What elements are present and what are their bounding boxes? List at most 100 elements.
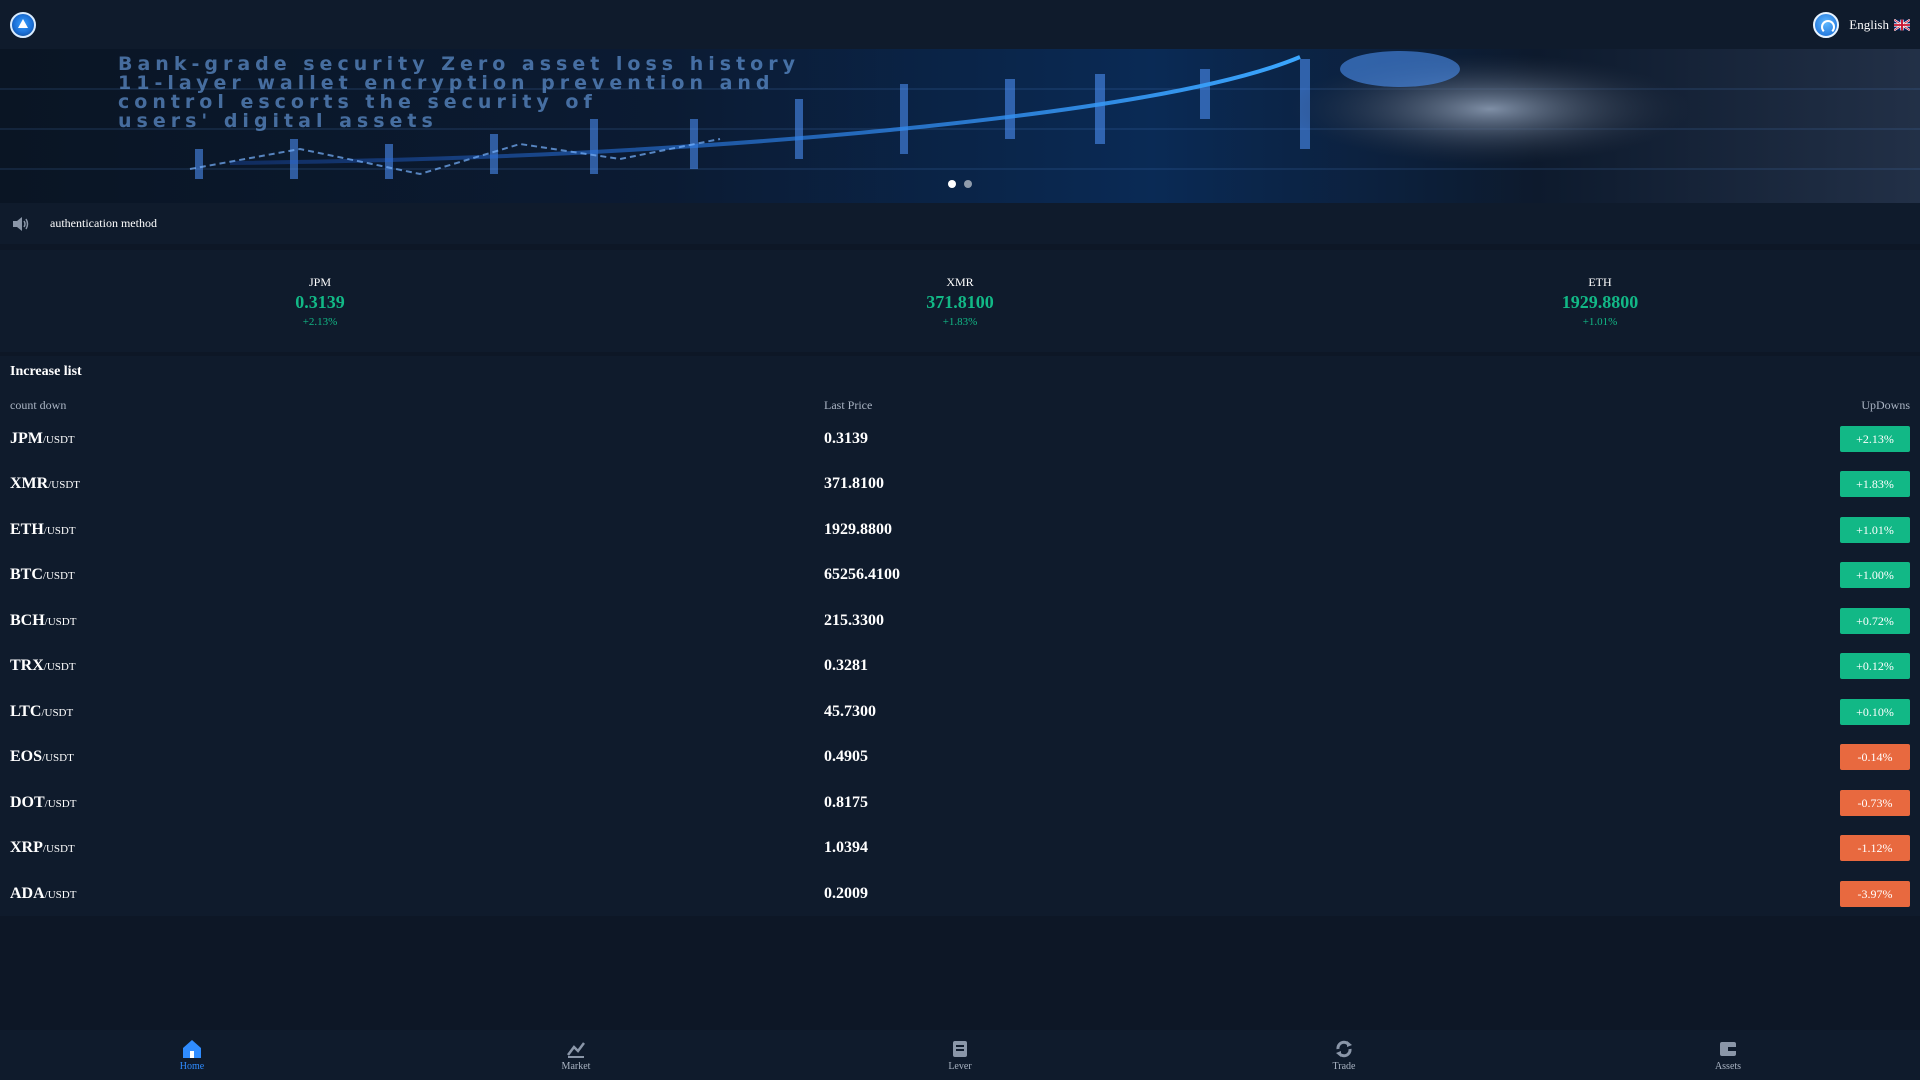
header-actions: English [1813, 11, 1910, 38]
change-cell: +0.72% [1790, 607, 1910, 634]
pair-base: ETH [10, 520, 44, 538]
carousel-indicators [948, 180, 972, 188]
table-row[interactable]: DOT/USDT 0.8175 -0.73% [10, 780, 1910, 826]
last-price: 0.4905 [824, 748, 868, 766]
ticker-change: +2.13% [302, 315, 338, 328]
table-row[interactable]: XMR/USDT 371.8100 +1.83% [10, 462, 1910, 508]
pair-quote: /USDT [44, 615, 77, 628]
speaker-icon [13, 216, 29, 231]
exchange-logo-icon[interactable] [10, 11, 36, 38]
language-label: English [1849, 16, 1889, 32]
ticker-card[interactable]: JPM 0.3139 +2.13% [0, 250, 640, 352]
change-badge[interactable]: -0.14% [1840, 744, 1910, 771]
promo-banner[interactable]: Bank-grade security Zero asset loss hist… [0, 49, 1920, 203]
change-cell: -1.12% [1790, 835, 1910, 862]
table-row[interactable]: ETH/USDT 1929.8800 +1.01% [10, 507, 1910, 553]
change-badge[interactable]: -3.97% [1840, 880, 1910, 907]
change-badge[interactable]: +1.83% [1840, 471, 1910, 498]
pair-name: DOT/USDT [10, 794, 824, 812]
pair-quote: /USDT [42, 570, 75, 583]
change-badge[interactable]: +0.72% [1840, 607, 1910, 634]
last-price: 0.2009 [824, 884, 868, 902]
change-cell: +0.10% [1790, 698, 1910, 725]
list-title: Increase list [10, 364, 82, 379]
pair-quote: /USDT [43, 524, 76, 537]
pair-base: XMR [10, 475, 49, 493]
ticker-price: 371.8100 [926, 291, 994, 312]
pair-name: LTC/USDT [10, 703, 824, 721]
last-price: 215.3300 [824, 611, 884, 629]
ticker-symbol: XMR [946, 274, 974, 289]
header-price: Last Price [824, 398, 873, 412]
pair-base: ADA [10, 884, 45, 902]
table-row[interactable]: BTC/USDT 65256.4100 +1.00% [10, 553, 1910, 599]
ticker-symbol: ETH [1588, 274, 1612, 289]
change-cell: +2.13% [1790, 425, 1910, 452]
pair-name: ADA/USDT [10, 885, 824, 903]
pair-base: EOS [10, 748, 43, 766]
uk-flag-icon [1894, 18, 1910, 31]
ticker-price: 1929.8800 [1561, 291, 1639, 312]
last-price: 45.7300 [824, 702, 876, 720]
last-price: 0.8175 [824, 793, 868, 811]
table-row[interactable]: TRX/USDT 0.3281 +0.12% [10, 644, 1910, 690]
nav-home[interactable]: Home [0, 1030, 384, 1080]
pair-quote: /USDT [43, 661, 76, 674]
last-price: 0.3139 [824, 429, 868, 447]
pair-base: DOT [10, 793, 45, 811]
nav-trade[interactable]: Trade [1152, 1030, 1536, 1080]
change-cell: -0.14% [1790, 744, 1910, 771]
pair-name: BTC/USDT [10, 566, 824, 584]
ticker-card[interactable]: XMR 371.8100 +1.83% [640, 250, 1280, 352]
pair-name: ETH/USDT [10, 521, 824, 539]
table-row[interactable]: EOS/USDT 0.4905 -0.14% [10, 735, 1910, 781]
header-change: UpDowns [1861, 398, 1910, 412]
change-badge[interactable]: +2.13% [1840, 425, 1910, 452]
nav-assets[interactable]: Assets [1536, 1030, 1920, 1080]
announcement-bar[interactable]: authentication method [0, 203, 1920, 244]
customer-service-icon[interactable] [1813, 11, 1840, 38]
change-badge[interactable]: +1.01% [1840, 516, 1910, 543]
nav-label: Assets [1714, 1060, 1742, 1072]
table-row[interactable]: BCH/USDT 215.3300 +0.72% [10, 598, 1910, 644]
table-row[interactable]: XRP/USDT 1.0394 -1.12% [10, 826, 1910, 872]
change-badge[interactable]: -0.73% [1840, 789, 1910, 816]
pair-name: XMR/USDT [10, 475, 824, 493]
language-selector[interactable]: English [1849, 17, 1910, 33]
change-cell: +1.01% [1790, 516, 1910, 543]
last-price: 0.3281 [824, 657, 868, 675]
table-row[interactable]: LTC/USDT 45.7300 +0.10% [10, 689, 1910, 735]
change-badge[interactable]: -1.12% [1840, 835, 1910, 862]
nav-label: Lever [948, 1060, 972, 1072]
pair-base: JPM [10, 429, 43, 447]
pair-base: XRP [10, 839, 43, 857]
list-rows: JPM/USDT 0.3139 +2.13% XMR/USDT 371.8100 +1.8… [10, 416, 1910, 917]
top-header: English [0, 0, 1920, 49]
header-name: count down [10, 398, 67, 412]
last-price: 1.0394 [824, 839, 868, 857]
nav-lever[interactable]: Lever [768, 1030, 1152, 1080]
carousel-dot-1[interactable] [948, 180, 956, 188]
last-price: 65256.4100 [824, 566, 900, 584]
nav-label: Market [561, 1060, 591, 1072]
change-cell: +0.12% [1790, 653, 1910, 680]
change-badge[interactable]: +0.12% [1840, 653, 1910, 680]
pair-name: TRX/USDT [10, 657, 824, 675]
table-row[interactable]: ADA/USDT 0.2009 -3.97% [10, 871, 1910, 917]
trade-icon [1336, 1040, 1352, 1057]
table-row[interactable]: JPM/USDT 0.3139 +2.13% [10, 416, 1910, 462]
nav-market[interactable]: Market [384, 1030, 768, 1080]
change-cell: -0.73% [1790, 789, 1910, 816]
ticker-change: +1.01% [1582, 315, 1618, 328]
increase-list: Increase list count down Last Price UpDo… [0, 356, 1920, 916]
change-badge[interactable]: +0.10% [1840, 698, 1910, 725]
assets-icon [1720, 1041, 1736, 1056]
last-price: 1929.8800 [824, 520, 892, 538]
banner-headline: Bank-grade security Zero asset loss hist… [118, 55, 1118, 131]
pair-base: TRX [10, 657, 44, 675]
pair-base: LTC [10, 702, 42, 720]
ticker-card[interactable]: ETH 1929.8800 +1.01% [1280, 250, 1920, 352]
pair-base: BTC [10, 566, 43, 584]
change-badge[interactable]: +1.00% [1840, 562, 1910, 589]
carousel-dot-2[interactable] [964, 180, 972, 188]
